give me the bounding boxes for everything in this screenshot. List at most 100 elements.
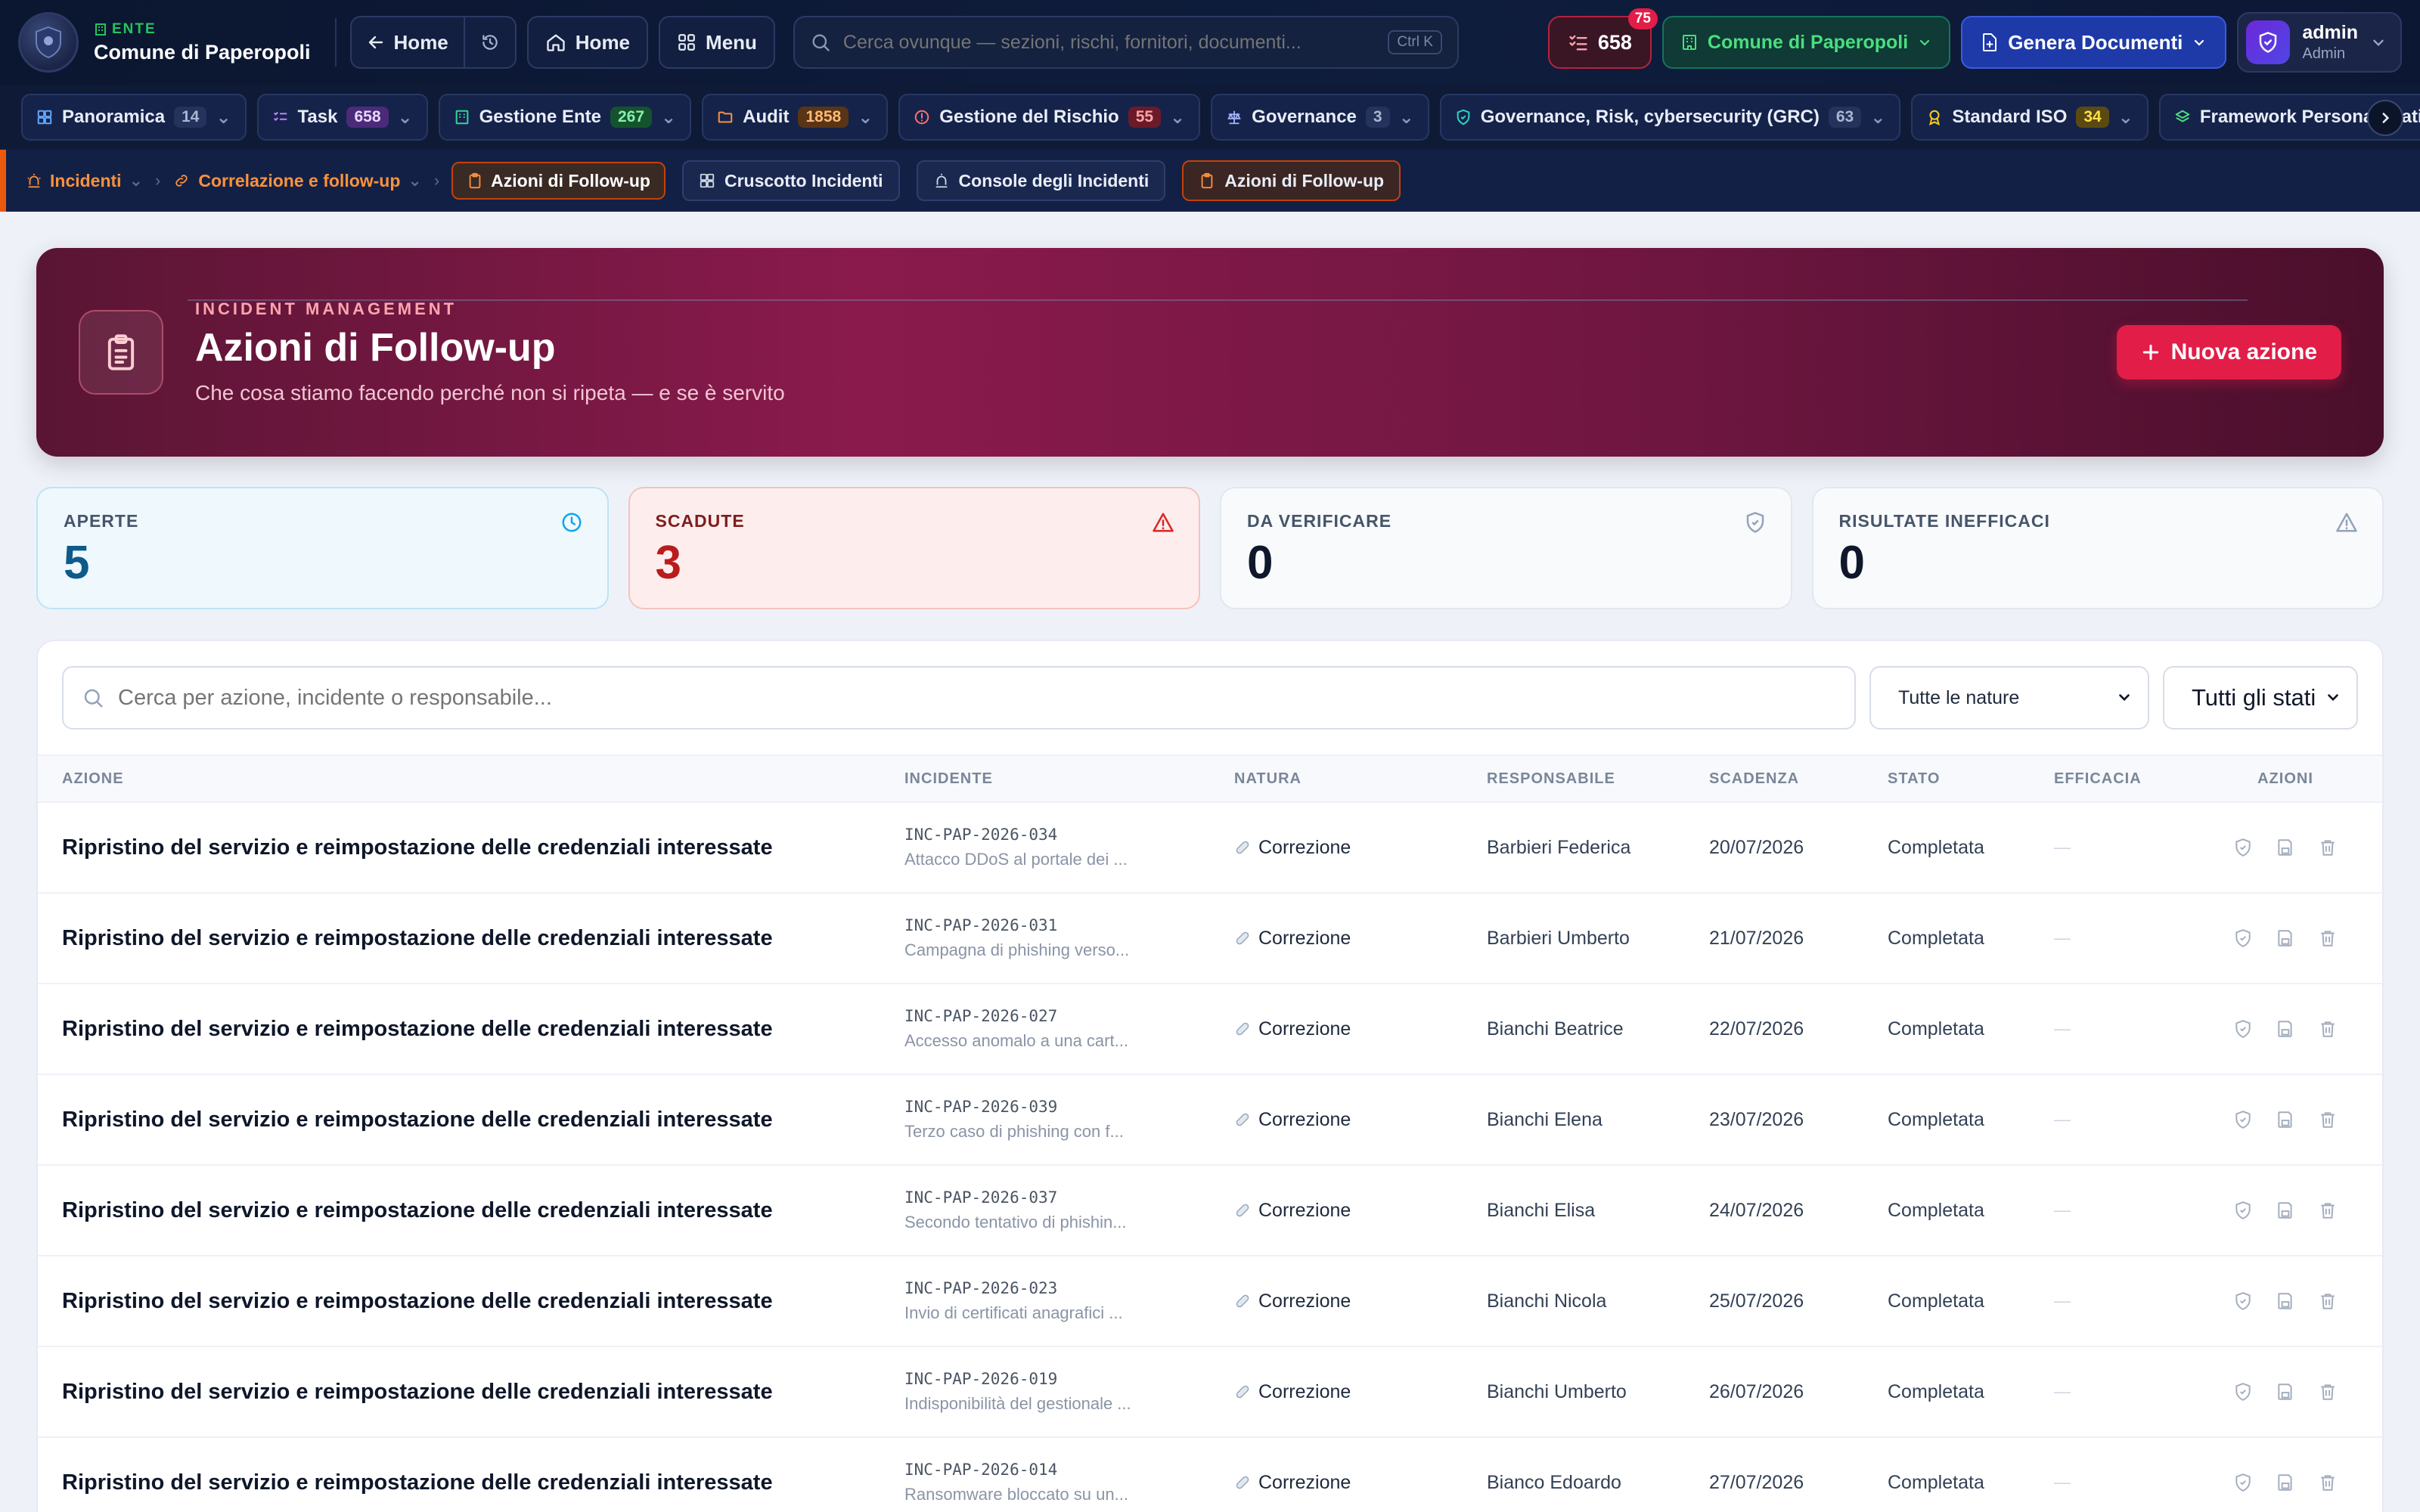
- column-header-natura[interactable]: NATURA: [1234, 770, 1487, 788]
- verify-shield-icon[interactable]: [2233, 1382, 2253, 1402]
- stat-card-aperte[interactable]: APERTE 5: [36, 487, 609, 609]
- action-title[interactable]: Ripristino del servizio e reimpostazione…: [62, 1198, 773, 1222]
- quick-link-console[interactable]: Console degli Incidenti: [916, 160, 1166, 201]
- column-header-efficacia[interactable]: EFFICACIA: [2054, 770, 2213, 788]
- new-action-button[interactable]: Nuova azione: [2116, 325, 2341, 380]
- verify-shield-icon[interactable]: [2233, 1201, 2253, 1220]
- incident-code[interactable]: INC-PAP-2026-039: [904, 1098, 1234, 1116]
- owner: Bianchi Beatrice: [1487, 1018, 1624, 1040]
- verify-shield-icon[interactable]: [2233, 1473, 2253, 1492]
- table-row[interactable]: Ripristino del servizio e reimpostazione…: [38, 1347, 2382, 1438]
- trash-icon[interactable]: [2318, 1201, 2338, 1220]
- ente-logo[interactable]: [18, 12, 79, 73]
- save-icon[interactable]: [2276, 928, 2295, 948]
- menu-button[interactable]: Menu: [659, 16, 775, 69]
- quick-link-follow-up[interactable]: Azioni di Follow-up: [1182, 160, 1401, 201]
- incident-code[interactable]: INC-PAP-2026-037: [904, 1188, 1234, 1207]
- action-title[interactable]: Ripristino del servizio e reimpostazione…: [62, 835, 773, 860]
- tabs-scroll-right-button[interactable]: [2367, 100, 2403, 136]
- verify-shield-icon[interactable]: [2233, 928, 2253, 948]
- save-icon[interactable]: [2276, 1291, 2295, 1311]
- bandage-icon: [1236, 1294, 1249, 1308]
- tab-gestione-ente[interactable]: Gestione Ente 267 ⌄: [438, 94, 692, 141]
- organization-switcher[interactable]: Comune di Paperopoli: [1661, 16, 1951, 69]
- trash-icon[interactable]: [2318, 1019, 2338, 1039]
- tab-audit[interactable]: Audit 1858 ⌄: [702, 94, 889, 141]
- incident-code[interactable]: INC-PAP-2026-034: [904, 826, 1234, 844]
- incident-code[interactable]: INC-PAP-2026-019: [904, 1370, 1234, 1388]
- history-button[interactable]: [463, 17, 515, 67]
- save-icon[interactable]: [2276, 1201, 2295, 1220]
- save-icon[interactable]: [2276, 838, 2295, 857]
- column-header-azione[interactable]: AZIONE: [62, 770, 904, 788]
- divider: [334, 18, 337, 67]
- table-row[interactable]: Ripristino del servizio e reimpostazione…: [38, 1256, 2382, 1347]
- table-search[interactable]: [62, 666, 1856, 730]
- user-role: Admin: [2302, 45, 2346, 62]
- tab-governance[interactable]: Governance 3 ⌄: [1211, 94, 1429, 141]
- tasks-button[interactable]: 658 75: [1547, 8, 1658, 69]
- column-header-responsabile[interactable]: RESPONSABILE: [1487, 770, 1709, 788]
- breadcrumb-correlazione[interactable]: Correlazione e follow-up ⌄: [172, 171, 422, 191]
- checklist-icon: [273, 111, 287, 122]
- stat-card-da-verificare[interactable]: DA VERIFICARE 0: [1220, 487, 1792, 609]
- save-icon[interactable]: [2276, 1473, 2295, 1492]
- stat-card-scadute[interactable]: SCADUTE 3: [628, 487, 1200, 609]
- column-header-scadenza[interactable]: SCADENZA: [1709, 770, 1888, 788]
- column-header-stato[interactable]: STATO: [1888, 770, 2054, 788]
- quick-link-cruscotto[interactable]: Cruscotto Incidenti: [681, 160, 900, 201]
- table-row[interactable]: Ripristino del servizio e reimpostazione…: [38, 984, 2382, 1075]
- breadcrumb-incidenti[interactable]: Incidenti ⌄: [26, 171, 143, 191]
- tab-standard-iso[interactable]: Standard ISO 34 ⌄: [1911, 94, 2149, 141]
- tab-gestione-rischio[interactable]: Gestione del Rischio 55 ⌄: [898, 94, 1201, 141]
- action-title[interactable]: Ripristino del servizio e reimpostazione…: [62, 1470, 773, 1495]
- tab-task[interactable]: Task 658 ⌄: [256, 94, 428, 141]
- table-row[interactable]: Ripristino del servizio e reimpostazione…: [38, 1438, 2382, 1512]
- trash-icon[interactable]: [2318, 838, 2338, 857]
- column-header-incidente[interactable]: INCIDENTE: [904, 770, 1234, 788]
- verify-shield-icon[interactable]: [2233, 1019, 2253, 1039]
- trash-icon[interactable]: [2318, 1291, 2338, 1311]
- breadcrumb-label: Correlazione e follow-up: [198, 170, 401, 191]
- stat-card-inefficaci[interactable]: RISULTATE INEFFICACI 0: [1811, 487, 2384, 609]
- tab-count: 34: [2076, 107, 2109, 128]
- save-icon[interactable]: [2276, 1019, 2295, 1039]
- save-icon[interactable]: [2276, 1382, 2295, 1402]
- tab-label: Governance: [1252, 107, 1357, 127]
- save-icon[interactable]: [2276, 1110, 2295, 1129]
- table-row[interactable]: Ripristino del servizio e reimpostazione…: [38, 1075, 2382, 1166]
- stat-label: APERTE: [64, 511, 139, 531]
- trash-icon[interactable]: [2318, 928, 2338, 948]
- incident-code[interactable]: INC-PAP-2026-014: [904, 1461, 1234, 1479]
- nature-filter-select[interactable]: Tutte le nature: [1869, 666, 2149, 730]
- action-title[interactable]: Ripristino del servizio e reimpostazione…: [62, 1380, 773, 1404]
- table-row[interactable]: Ripristino del servizio e reimpostazione…: [38, 894, 2382, 984]
- trash-icon[interactable]: [2318, 1110, 2338, 1129]
- incident-code[interactable]: INC-PAP-2026-031: [904, 916, 1234, 934]
- verify-shield-icon[interactable]: [2233, 1291, 2253, 1311]
- tab-count: 63: [1828, 107, 1862, 128]
- trash-icon[interactable]: [2318, 1382, 2338, 1402]
- home-button[interactable]: Home: [526, 16, 649, 69]
- user-menu[interactable]: admin Admin: [2237, 12, 2402, 73]
- action-title[interactable]: Ripristino del servizio e reimpostazione…: [62, 1017, 773, 1041]
- back-home-button[interactable]: Home: [352, 17, 464, 67]
- action-title[interactable]: Ripristino del servizio e reimpostazione…: [62, 1108, 773, 1132]
- action-title[interactable]: Ripristino del servizio e reimpostazione…: [62, 1289, 773, 1313]
- tab-panoramica[interactable]: Panoramica 14 ⌄: [21, 94, 247, 141]
- incident-code[interactable]: INC-PAP-2026-023: [904, 1279, 1234, 1297]
- generate-documents-button[interactable]: Genera Documenti: [1961, 16, 2227, 69]
- tab-grc[interactable]: Governance, Risk, cybersecurity (GRC) 63…: [1439, 94, 1901, 141]
- global-search[interactable]: Ctrl K: [793, 16, 1459, 69]
- trash-icon[interactable]: [2318, 1473, 2338, 1492]
- incident-code[interactable]: INC-PAP-2026-027: [904, 1007, 1234, 1025]
- verify-shield-icon[interactable]: [2233, 1110, 2253, 1129]
- status-filter-select[interactable]: Tutti gli stati: [2163, 666, 2358, 730]
- verify-shield-icon[interactable]: [2233, 838, 2253, 857]
- action-title[interactable]: Ripristino del servizio e reimpostazione…: [62, 926, 773, 950]
- table-row[interactable]: Ripristino del servizio e reimpostazione…: [38, 1166, 2382, 1256]
- table-row[interactable]: Ripristino del servizio e reimpostazione…: [38, 803, 2382, 894]
- breadcrumb-current[interactable]: Azioni di Follow-up: [451, 162, 666, 200]
- global-search-input[interactable]: [842, 31, 1376, 54]
- table-search-input[interactable]: [118, 685, 1836, 711]
